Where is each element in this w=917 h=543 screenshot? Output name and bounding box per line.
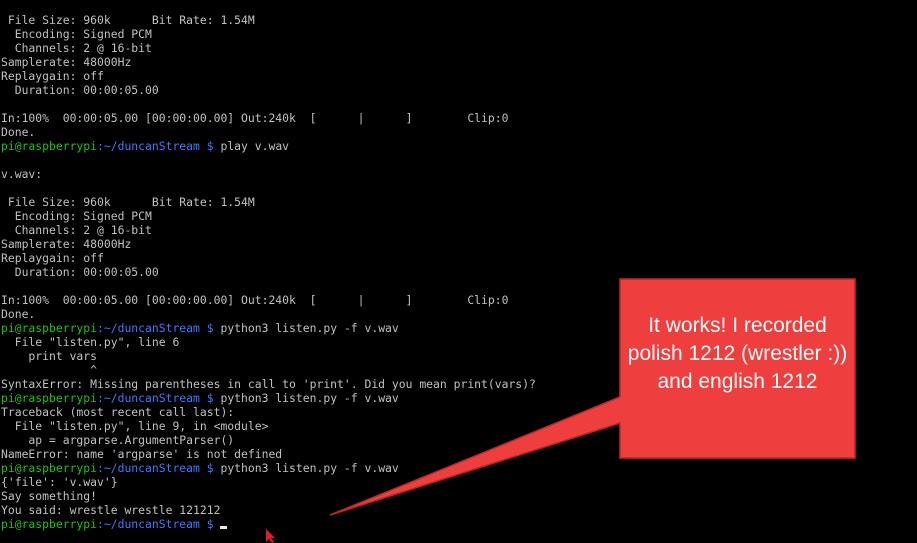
callout-overlay xyxy=(266,278,856,543)
mouse-cursor-icon xyxy=(266,529,275,543)
callout-text: It works! I recorded polish 1212 (wrestl… xyxy=(627,314,848,393)
